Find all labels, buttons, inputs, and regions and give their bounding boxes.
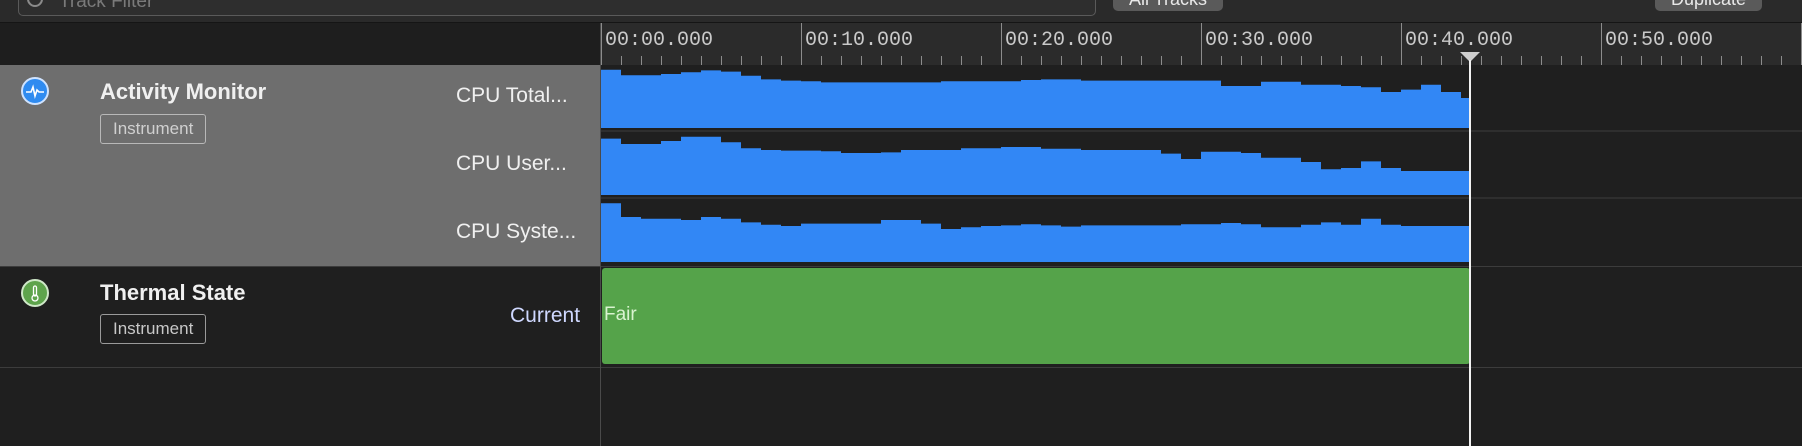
ruler-tick xyxy=(1341,56,1342,65)
ruler-tick xyxy=(1161,56,1162,65)
track-list-header xyxy=(0,23,600,66)
ruler-tick xyxy=(621,56,622,65)
ruler-tick xyxy=(1641,56,1642,65)
ruler-tick xyxy=(781,56,782,65)
ruler-tick xyxy=(1241,56,1242,65)
ruler-tick xyxy=(721,56,722,65)
ruler-tick xyxy=(1021,56,1022,65)
instrument-badge: Instrument xyxy=(100,114,207,144)
subtrack-label-cpu-system: CPU Syste... xyxy=(456,220,577,243)
ruler-tick xyxy=(1501,56,1502,65)
ruler-tick xyxy=(1561,56,1562,65)
cpu-plot[interactable] xyxy=(601,65,1802,266)
time-ruler[interactable]: 00:00.000 00:10.000 00:20.000 00:30.000 … xyxy=(601,23,1802,66)
ruler-tick xyxy=(1621,56,1622,65)
ruler-tick xyxy=(861,56,862,65)
thermal-state-bar[interactable]: Fair xyxy=(602,268,1470,364)
ruler-tick xyxy=(1001,23,1002,65)
ruler-tick xyxy=(1361,56,1362,65)
ruler-tick xyxy=(681,56,682,65)
ruler-tick xyxy=(1741,56,1742,65)
ruler-tick xyxy=(881,56,882,65)
ruler-tick xyxy=(1301,56,1302,65)
track-thermal-state[interactable]: Thermal State Instrument Current Fair xyxy=(0,267,1802,367)
ruler-tick xyxy=(1041,56,1042,65)
ruler-tick xyxy=(981,56,982,65)
ruler-tick xyxy=(661,56,662,65)
track-header[interactable]: Thermal State Instrument Current xyxy=(0,267,600,367)
ruler-tick xyxy=(901,56,902,65)
ruler-tick xyxy=(1061,56,1062,65)
ruler-tick xyxy=(1721,56,1722,65)
ruler-tick xyxy=(1101,56,1102,65)
ruler-tick xyxy=(1321,56,1322,65)
ruler-tick xyxy=(1081,56,1082,65)
ruler-tick xyxy=(1221,56,1222,65)
ruler-label: 00:40.000 xyxy=(1405,29,1514,52)
ruler-tick xyxy=(821,56,822,65)
ruler-label: 00:30.000 xyxy=(1205,29,1314,52)
ruler-label: 00:00.000 xyxy=(605,29,714,52)
subtrack-label-cpu-total: CPU Total... xyxy=(456,84,568,107)
ruler-tick xyxy=(1661,56,1662,65)
thermal-state-label: Fair xyxy=(604,304,637,325)
ruler-tick xyxy=(1601,23,1602,65)
ruler-tick xyxy=(961,56,962,65)
ruler-tick xyxy=(641,56,642,65)
ruler-tick xyxy=(801,23,802,65)
track-title: Thermal State xyxy=(100,280,246,305)
all-tracks-button[interactable]: All Tracks xyxy=(1113,0,1224,11)
timeline-divider xyxy=(600,23,601,446)
ruler-tick xyxy=(1541,56,1542,65)
ruler-tick xyxy=(601,23,602,65)
ruler-tick xyxy=(701,56,702,65)
subtrack-label-cpu-user: CPU User... xyxy=(456,152,567,175)
track-header[interactable]: Activity Monitor Instrument CPU Total...… xyxy=(0,65,600,266)
filter-icon xyxy=(27,0,43,7)
ruler-tick xyxy=(1421,56,1422,65)
ruler-tick xyxy=(1681,56,1682,65)
ruler-label: 00:10.000 xyxy=(805,29,914,52)
ruler-tick xyxy=(841,56,842,65)
instrument-badge: Instrument xyxy=(100,314,207,344)
ruler-label: 00:20.000 xyxy=(1005,29,1114,52)
playhead-line[interactable] xyxy=(1469,60,1471,446)
ruler-tick xyxy=(761,56,762,65)
ruler-tick xyxy=(1581,56,1582,65)
ruler-tick xyxy=(1401,23,1402,65)
thermal-plot[interactable]: Fair xyxy=(601,267,1802,367)
ruler-tick xyxy=(1201,23,1202,65)
thermometer-icon xyxy=(21,279,49,307)
track-filter-field[interactable]: Track Filter xyxy=(18,0,1096,16)
ruler-tick xyxy=(921,56,922,65)
ruler-tick xyxy=(1121,56,1122,65)
ruler-tick xyxy=(741,56,742,65)
ruler-tick xyxy=(1441,56,1442,65)
duplicate-button[interactable]: Duplicate xyxy=(1655,0,1763,11)
ruler-tick xyxy=(1481,56,1482,65)
track-activity-monitor[interactable]: Activity Monitor Instrument CPU Total...… xyxy=(0,65,1802,266)
track-title: Activity Monitor xyxy=(100,79,267,104)
track-filter-placeholder: Track Filter xyxy=(59,0,154,12)
ruler-tick xyxy=(1701,56,1702,65)
ruler-label: 00:50.000 xyxy=(1605,29,1714,52)
activity-monitor-icon xyxy=(21,77,49,105)
subtrack-label-current: Current xyxy=(510,304,581,327)
ruler-tick xyxy=(941,56,942,65)
ruler-tick xyxy=(1781,56,1782,65)
ruler-tick xyxy=(1281,56,1282,65)
ruler-tick xyxy=(1761,56,1762,65)
ruler-tick xyxy=(1141,56,1142,65)
track-divider xyxy=(0,367,1802,368)
toolbar: Track Filter All Tracks Duplicate xyxy=(0,0,1802,23)
ruler-tick xyxy=(1521,56,1522,65)
ruler-tick xyxy=(1381,56,1382,65)
ruler-tick xyxy=(1261,56,1262,65)
ruler-tick xyxy=(1181,56,1182,65)
